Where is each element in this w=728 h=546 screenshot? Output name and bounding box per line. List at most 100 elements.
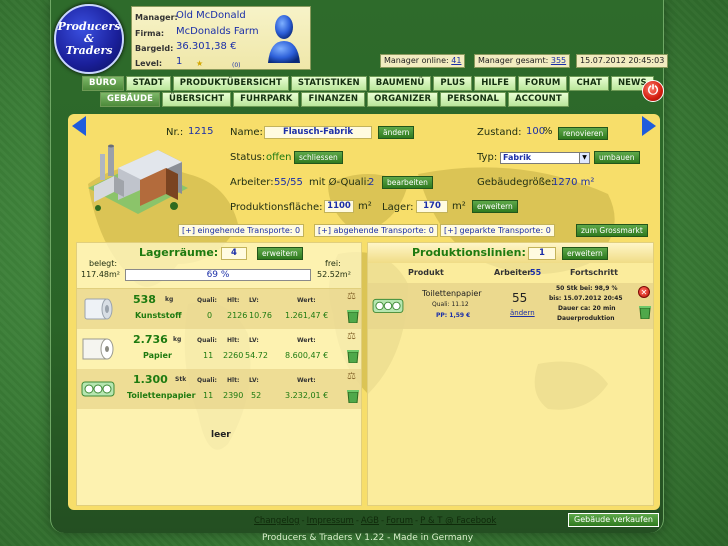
col-hlt-header: Hlt: [227, 297, 240, 304]
item-hlt: 2260 [223, 351, 244, 360]
col-quali-header: Quali: [197, 297, 217, 304]
factory-building-icon [88, 144, 188, 214]
expand-building-button[interactable]: erweitern [472, 200, 518, 213]
wholesale-market-button[interactable]: zum Grossmarkt [576, 224, 648, 237]
edit-workers-button[interactable]: bearbeiten [382, 176, 433, 189]
renovate-button[interactable]: renovieren [558, 127, 609, 140]
col-wert-header: Wert: [297, 337, 316, 344]
tab-produktuebersicht[interactable]: PRODUKTÜBERSICHT [172, 76, 289, 91]
expand-production-button[interactable]: erweitern [562, 247, 608, 260]
footer-facebook-link[interactable]: P & T @ Facebook [420, 516, 496, 526]
level-label: Level: [135, 59, 163, 68]
main-navigation: BÜRO STADT PRODUKTÜBERSICHT STATISTIKEN … [82, 76, 654, 91]
subtab-finanzen[interactable]: FINANZEN [301, 92, 366, 107]
toilet-paper-pack-icon [372, 298, 404, 313]
managers-online-link[interactable]: 41 [451, 56, 461, 65]
sell-cart-icon[interactable]: ⚖ [347, 331, 356, 342]
col-quali-header: Quali: [197, 377, 217, 384]
production-line-row: Toilettenpapier Quali: 11.12 PP: 1,59 € … [368, 283, 653, 329]
col-lv-header: LV: [249, 377, 259, 384]
chevron-down-icon[interactable]: ▼ [579, 153, 589, 163]
building-size-value: 1270 m² [552, 177, 595, 188]
status-label: Status: [230, 152, 266, 163]
sell-cart-icon[interactable]: ⚖ [347, 291, 356, 302]
item-lv: 54.72 [245, 351, 268, 360]
tab-forum[interactable]: FORUM [518, 76, 568, 91]
line-progress-1: 50 Stk bei: 98,9 % [556, 285, 618, 292]
item-quali: 0 [207, 311, 213, 320]
delete-line-icon[interactable]: ✕ [638, 286, 650, 298]
footer-changelog-link[interactable]: Changelog [254, 516, 300, 526]
subtab-gebaeude[interactable]: GEBÄUDE [100, 92, 161, 107]
outgoing-transports-link[interactable]: [+] abgehende Transporte: 0 [314, 224, 438, 237]
tab-stadt[interactable]: STADT [125, 76, 171, 91]
next-building-arrow-icon[interactable] [642, 116, 656, 136]
recycle-bin-icon[interactable] [639, 305, 651, 319]
col-lv-header: LV: [249, 337, 259, 344]
footer-forum-link[interactable]: Forum [386, 516, 413, 526]
subtab-organizer[interactable]: ORGANIZER [367, 92, 439, 107]
tab-plus[interactable]: PLUS [433, 76, 473, 91]
sell-building-button[interactable]: Gebäude verkaufen [568, 513, 659, 527]
sell-cart-icon[interactable]: ⚖ [347, 371, 356, 382]
storage-count-field[interactable]: 4 [221, 247, 247, 260]
line-progress-2: bis: 15.07.2012 20:45 [549, 295, 623, 302]
building-content: Nr.: 1215 Name: Flausch-Fabrik ändern Zu… [68, 114, 660, 510]
item-amount: 1.300 [133, 373, 168, 386]
manager-avatar-icon[interactable] [266, 11, 302, 63]
recycle-bin-icon[interactable] [347, 349, 359, 363]
tab-hilfe[interactable]: HILFE [474, 76, 517, 91]
production-lines-count-field[interactable]: 1 [528, 247, 556, 260]
game-logo[interactable]: Producers & Traders [54, 4, 124, 74]
parked-transports-link[interactable]: [+] geparkte Transporte: 0 [440, 224, 555, 237]
storage-used-value: 117.48m² [81, 270, 120, 279]
col-quali-header: Quali: [197, 337, 217, 344]
col-arbeiter: Arbeiter [494, 268, 532, 277]
workers-value: 55/55 [274, 177, 303, 188]
tab-buero[interactable]: BÜRO [82, 76, 124, 91]
incoming-transports-link[interactable]: [+] eingehende Transporte: 0 [178, 224, 305, 237]
type-select[interactable]: Fabrik ▼ [500, 152, 590, 164]
line-pp: PP: 1,59 € [436, 312, 471, 319]
production-area-field[interactable]: 1100 [324, 200, 354, 213]
item-amount: 538 [133, 293, 156, 306]
building-nr-value: 1215 [188, 126, 214, 137]
managers-total-link[interactable]: 355 [551, 56, 566, 65]
bargeld-label: Bargeld: [135, 44, 174, 53]
subtab-account[interactable]: ACCOUNT [508, 92, 569, 107]
close-building-button[interactable]: schliessen [294, 151, 343, 164]
bargeld-value: 36.301,38 € [176, 41, 237, 52]
storage-size-field[interactable]: 170 [416, 200, 448, 213]
rebuild-button[interactable]: umbauen [594, 151, 640, 164]
tab-chat[interactable]: CHAT [569, 76, 609, 91]
tab-baumenue[interactable]: BAUMENÜ [368, 76, 432, 91]
logout-power-icon[interactable]: ⏻ [642, 80, 664, 102]
subtab-uebersicht[interactable]: ÜBERSICHT [162, 92, 232, 107]
expand-storage-button[interactable]: erweitern [257, 247, 303, 260]
footer-agb-link[interactable]: AGB [361, 516, 379, 526]
recycle-bin-icon[interactable] [347, 389, 359, 403]
storage-size-unit: m² [452, 201, 466, 212]
col-hlt-header: Hlt: [227, 337, 240, 344]
item-unit: Stk [175, 376, 187, 383]
line-quali: Quali: 11.12 [432, 301, 469, 308]
quali-value: 2 [368, 177, 375, 188]
level-value: 1 [176, 56, 183, 67]
production-table-header: Produkt Arbeiter 55 Fortschritt [368, 265, 653, 279]
plastic-roll-icon [84, 298, 113, 320]
zustand-unit: % [543, 126, 553, 137]
subtab-personal[interactable]: PERSONAL [440, 92, 506, 107]
tab-statistiken[interactable]: STATISTIKEN [290, 76, 367, 91]
recycle-bin-icon[interactable] [347, 309, 359, 323]
subtab-fuhrpark[interactable]: FUHRPARK [233, 92, 300, 107]
building-name-field[interactable]: Flausch-Fabrik [264, 126, 372, 139]
item-unit: kg [165, 296, 174, 303]
footer-impressum-link[interactable]: Impressum [307, 516, 354, 526]
change-workers-link[interactable]: ändern [510, 309, 535, 317]
rename-button[interactable]: ändern [378, 126, 415, 139]
managers-online: Manager online: 41 [380, 54, 466, 68]
item-quali: 11 [203, 351, 214, 360]
paper-roll-icon [82, 338, 114, 360]
item-name: Kunststoff [135, 311, 182, 320]
storage-row: 538 kg Kunststoff Quali: Hlt: LV: Wert: … [77, 289, 361, 329]
